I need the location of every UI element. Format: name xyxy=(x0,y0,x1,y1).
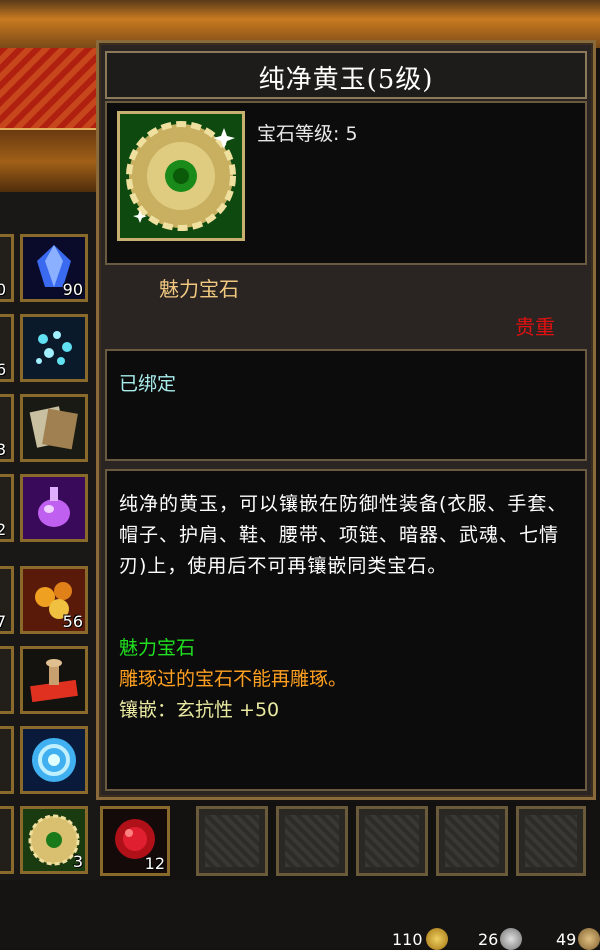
inventory-slot-empty[interactable] xyxy=(356,806,428,876)
inventory-slot-empty[interactable] xyxy=(436,806,508,876)
gold-amount: 110 xyxy=(392,930,423,949)
copper-coin-icon xyxy=(578,928,600,950)
inventory-slot-scroll[interactable] xyxy=(20,394,88,462)
purple-potion-icon xyxy=(23,477,85,539)
copper-amount: 49 xyxy=(556,930,577,949)
bind-status-box: 已绑定 xyxy=(105,349,587,461)
inventory-slot[interactable] xyxy=(0,646,14,714)
inventory-slot-blue-spiral[interactable] xyxy=(20,726,88,794)
item-description: 纯净的黄玉，可以镶嵌在防御性装备(衣服、手套、帽子、护肩、鞋、腰带、项链、暗器、… xyxy=(119,493,568,577)
inventory-slot-cyan-stones[interactable] xyxy=(20,314,88,382)
inventory-slot-empty[interactable] xyxy=(276,806,348,876)
bind-status: 已绑定 xyxy=(119,373,177,395)
inventory-slot-purple-potion[interactable] xyxy=(20,474,88,542)
scroll-icon xyxy=(23,397,85,459)
inventory-slot-blue-crystal[interactable]: 90 xyxy=(20,234,88,302)
inventory-slot[interactable]: 2 xyxy=(0,474,14,542)
inventory-slot[interactable] xyxy=(0,806,14,874)
gold-coin-icon xyxy=(426,928,448,950)
inventory-slot-red-talisman[interactable] xyxy=(20,646,88,714)
cyan-stones-icon xyxy=(23,317,85,379)
inventory-slot-empty[interactable] xyxy=(196,806,268,876)
gem-grade: 宝石等级: 5 xyxy=(257,123,358,145)
inventory-slot[interactable]: 0 xyxy=(0,234,14,302)
inventory-slot-empty[interactable] xyxy=(516,806,586,876)
inventory-slot[interactable] xyxy=(0,726,14,794)
carve-warning: 雕琢过的宝石不能再雕琢。 xyxy=(119,668,348,690)
tooltip-header-box: 宝石等级: 5 xyxy=(105,101,587,265)
rarity-label: 贵重 xyxy=(515,315,555,339)
gem-type: 魅力宝石 xyxy=(119,637,196,659)
inventory-slot-yellow-jade[interactable]: 3 xyxy=(20,806,88,874)
blue-spiral-icon xyxy=(23,729,85,791)
yellow-jade-icon xyxy=(120,114,242,238)
silver-coin-icon xyxy=(500,928,522,950)
inventory-slot[interactable]: 3 xyxy=(0,394,14,462)
inventory-slot-red-gem[interactable]: 12 xyxy=(100,806,170,876)
inventory-header-bar xyxy=(0,128,100,196)
inventory-slot[interactable]: 7 xyxy=(0,566,14,634)
scene-red-carpet xyxy=(0,48,100,138)
socket-effect: 镶嵌：玄抗性 +50 xyxy=(119,699,280,721)
item-name: 纯净黄玉(5级) xyxy=(258,65,434,95)
silver-amount: 26 xyxy=(478,930,499,949)
item-tooltip: 纯净黄玉(5级) 宝石等级: 5 魅力宝石 贵重 已绑定 纯净的黄玉，可以镶嵌在… xyxy=(96,40,596,800)
inventory-slot[interactable]: 6 xyxy=(0,314,14,382)
red-talisman-icon xyxy=(23,649,85,711)
inventory-slot-golden-orbs[interactable]: 56 xyxy=(20,566,88,634)
tooltip-title-box: 纯净黄玉(5级) xyxy=(105,51,587,99)
gem-category: 魅力宝石 xyxy=(159,277,239,301)
description-box: 纯净的黄玉，可以镶嵌在防御性装备(衣服、手套、帽子、护肩、鞋、腰带、项链、暗器、… xyxy=(105,469,587,791)
item-icon-frame xyxy=(117,111,245,241)
